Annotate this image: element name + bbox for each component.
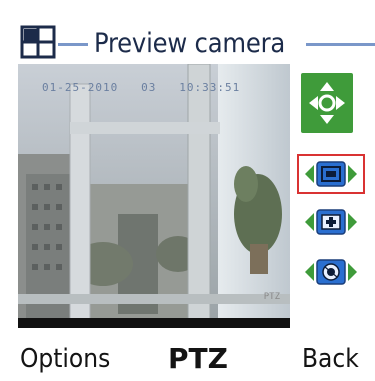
pan-tilt-arrows-icon	[309, 82, 345, 124]
page-title: Preview camera	[94, 28, 286, 59]
iris-control[interactable]	[299, 254, 363, 290]
options-softkey[interactable]: Options	[20, 338, 110, 380]
zoom-plus-icon	[305, 209, 357, 235]
camera-preview[interactable]: 01-25-2010 03 10:33:51 PTZ	[18, 64, 290, 328]
app-window-icon	[20, 25, 56, 59]
osd-timestamp: 01-25-2010 03 10:33:51	[42, 81, 241, 94]
iris-aperture-icon	[305, 259, 357, 285]
zoom-control[interactable]	[299, 204, 363, 240]
camera-frame-image	[18, 64, 290, 328]
video-watermark: PTZ	[263, 292, 280, 302]
focus-control[interactable]	[297, 154, 365, 194]
back-softkey[interactable]: Back	[302, 338, 359, 380]
pan-tilt-button[interactable]	[301, 73, 353, 133]
title-rule-left	[58, 43, 88, 46]
focus-frame-icon	[305, 161, 357, 187]
title-bar: Preview camera	[0, 22, 375, 66]
ptz-softkey[interactable]: PTZ	[168, 338, 228, 380]
title-rule-right	[306, 43, 375, 46]
